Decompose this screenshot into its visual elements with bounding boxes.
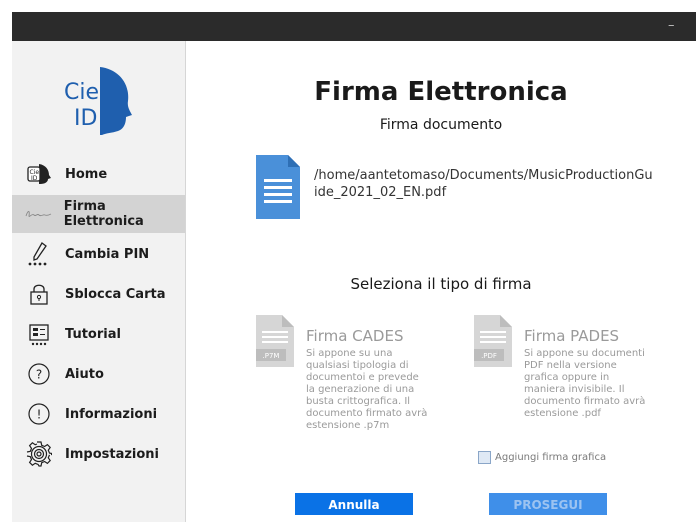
pdf-file-icon: .PDF [474, 315, 512, 367]
option-firma-pades[interactable]: .PDF Firma PADES Si appone su documenti … [472, 313, 652, 443]
page-subtitle: Firma documento [379, 117, 503, 133]
sidebar: Cie ID Cie ID Home Firma Elettronica Camb… [12, 41, 186, 522]
window-titlebar: – ✕ [12, 12, 696, 41]
sidebar-item-label: Tutorial [65, 326, 121, 342]
sidebar-item-label: Aiuto [65, 366, 104, 382]
document-icon [256, 155, 300, 219]
svg-text:.P7M: .P7M [263, 352, 280, 360]
option-description: Si appone su documenti PDF nella version… [524, 348, 646, 419]
add-graphic-signature-label: Aggiungi firma grafica [495, 452, 607, 463]
signature-type-heading: Seleziona il tipo di firma [350, 275, 532, 293]
sidebar-item-label: Informazioni [65, 406, 158, 422]
svg-text:ID: ID [31, 175, 38, 182]
page-title: Firma Elettronica [314, 77, 568, 107]
pen-pin-icon [24, 239, 54, 269]
option-title: Firma PADES [524, 327, 620, 345]
sidebar-item-home[interactable]: Cie ID Home [12, 155, 185, 193]
svg-text:?: ? [36, 368, 42, 382]
option-firma-cades[interactable]: .P7M Firma CADES Si appone su una qualsi… [254, 313, 434, 443]
svg-text:Cie: Cie [64, 80, 99, 105]
sidebar-item-label: Cambia PIN [65, 246, 150, 262]
sidebar-item-label: Impostazioni [65, 446, 160, 462]
proceed-button[interactable]: PROSEGUI [489, 493, 607, 515]
sidebar-item-label: Firma Elettronica [63, 199, 144, 229]
sidebar-item-firma-elettronica[interactable]: Firma Elettronica [12, 195, 185, 233]
lock-icon [24, 279, 54, 309]
sidebar-item-label: Sblocca Carta [65, 286, 166, 302]
add-graphic-signature-row[interactable]: Aggiungi firma grafica [478, 451, 606, 464]
minimize-button[interactable]: – [668, 18, 675, 33]
cie-id-icon: Cie ID [24, 159, 54, 189]
cie-id-logo: Cie ID [64, 67, 132, 135]
signature-icon [24, 199, 53, 229]
sidebar-item-tutorial[interactable]: Tutorial [12, 315, 185, 353]
sidebar-item-sblocca-carta[interactable]: Sblocca Carta [12, 275, 185, 313]
info-icon: ! [24, 399, 54, 429]
cancel-button[interactable]: Annulla [295, 493, 413, 515]
sidebar-item-informazioni[interactable]: ! Informazioni [12, 395, 185, 433]
svg-text:!: ! [37, 408, 42, 422]
option-description: Si appone su una qualsiasi tipologia di … [306, 348, 428, 431]
svg-text:ID: ID [74, 106, 97, 131]
main-panel: Firma Elettronica Firma documento /home/… [186, 41, 696, 522]
p7m-file-icon: .P7M [256, 315, 294, 367]
sidebar-item-cambia-pin[interactable]: Cambia PIN [12, 235, 185, 273]
svg-text:.PDF: .PDF [481, 352, 497, 360]
add-graphic-signature-checkbox[interactable] [478, 451, 491, 464]
sidebar-item-label: Home [65, 166, 108, 182]
option-title: Firma CADES [306, 327, 404, 345]
tutorial-icon [24, 319, 54, 349]
gear-icon [24, 439, 54, 469]
sidebar-item-aiuto[interactable]: ? Aiuto [12, 355, 185, 393]
sidebar-item-impostazioni[interactable]: Impostazioni [12, 435, 185, 473]
document-path: /home/aantetomaso/Documents/MusicProduct… [314, 168, 653, 200]
question-icon: ? [24, 359, 54, 389]
